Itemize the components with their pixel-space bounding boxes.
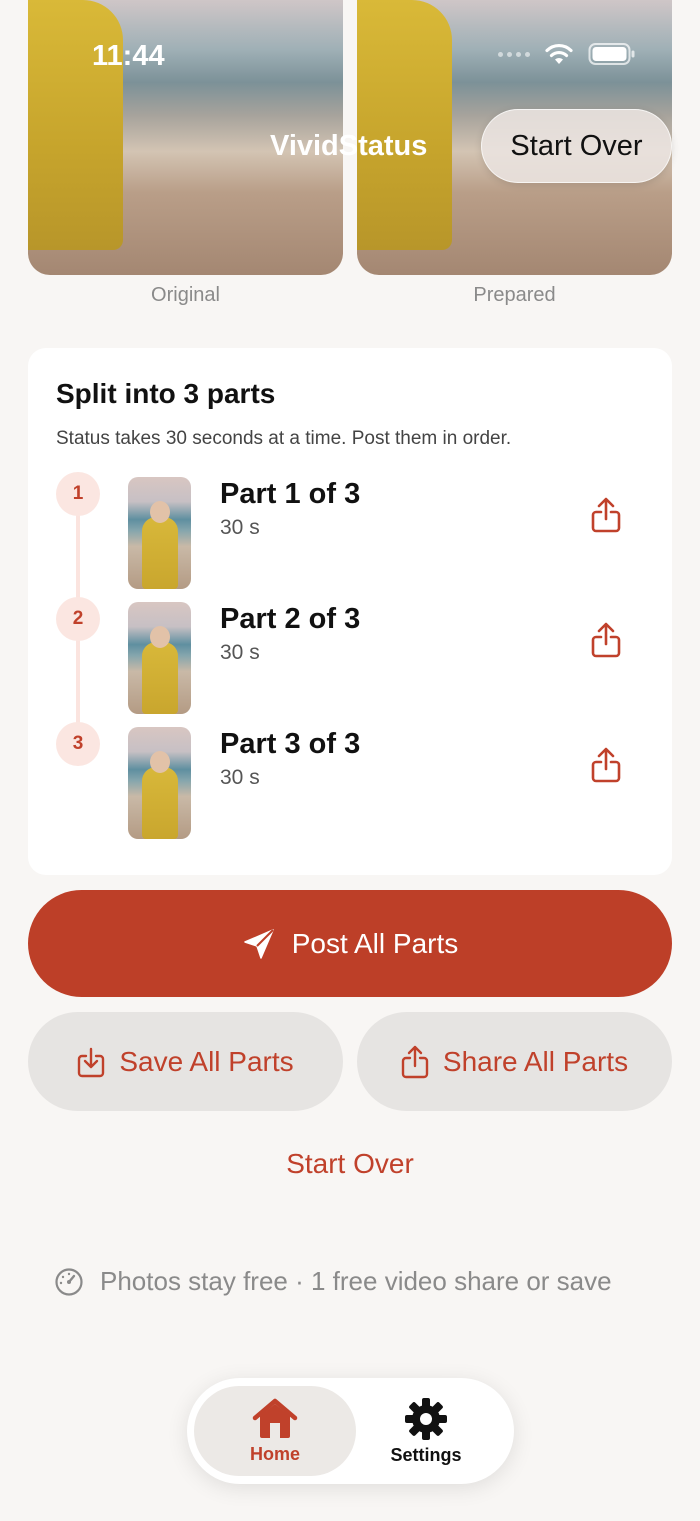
- app-title: VividStatus: [270, 130, 428, 162]
- save-all-label: Save All Parts: [119, 1045, 294, 1077]
- tab-home-label: Home: [249, 1443, 300, 1464]
- start-over-link[interactable]: Start Over: [0, 1148, 700, 1180]
- tab-bar: Home Settings: [187, 1378, 514, 1484]
- status-icons: [498, 42, 636, 66]
- original-label: Original: [151, 284, 220, 306]
- share-icon[interactable]: [590, 496, 622, 534]
- part-row-3: 3 Part 3 of 3 30 s: [28, 722, 672, 839]
- part-row-1: 1 Part 1 of 3 30 s: [28, 472, 672, 589]
- prepared-label: Prepared: [473, 284, 556, 306]
- share-icon: [401, 1045, 429, 1078]
- download-icon: [78, 1047, 105, 1077]
- share-all-label: Share All Parts: [442, 1045, 629, 1077]
- part-row-2: 2 Part 2 of 3 30 s: [28, 597, 672, 714]
- status-time: 11:44: [92, 40, 165, 72]
- part-title: Part 1 of 3: [220, 478, 361, 510]
- battery-icon: [588, 43, 635, 65]
- part-title: Part 2 of 3: [220, 603, 361, 635]
- part-title: Part 3 of 3: [220, 728, 361, 760]
- save-all-parts-button[interactable]: Save All Parts: [28, 1012, 343, 1111]
- home-icon: [252, 1398, 298, 1438]
- post-all-label: Post All Parts: [291, 927, 459, 959]
- send-icon: [243, 928, 274, 959]
- gear-icon: [405, 1397, 447, 1440]
- timer-icon: [55, 1267, 83, 1296]
- start-over-header-button[interactable]: Start Over: [481, 109, 672, 183]
- part-duration: 30 s: [220, 516, 260, 539]
- part-number-badge: 3: [56, 722, 100, 766]
- part-thumbnail[interactable]: [128, 602, 191, 714]
- part-duration: 30 s: [220, 641, 260, 664]
- wifi-icon: [545, 43, 573, 64]
- part-thumbnail[interactable]: [128, 727, 191, 839]
- post-all-parts-button[interactable]: Post All Parts: [28, 890, 672, 997]
- part-number-badge: 2: [56, 597, 100, 641]
- tab-settings[interactable]: Settings: [345, 1386, 507, 1476]
- split-parts-card: Split into 3 parts Status takes 30 secon…: [28, 348, 672, 875]
- tab-home[interactable]: Home: [194, 1386, 356, 1476]
- tab-settings-label: Settings: [390, 1444, 462, 1465]
- share-all-parts-button[interactable]: Share All Parts: [357, 1012, 672, 1111]
- part-number-badge: 1: [56, 472, 100, 516]
- free-usage-note: Photos stay free · 1 free video share or…: [54, 1266, 612, 1297]
- share-icon[interactable]: [590, 621, 622, 659]
- cellular-signal-icon: [498, 51, 530, 57]
- card-title: Split into 3 parts: [56, 378, 276, 409]
- part-duration: 30 s: [220, 766, 260, 789]
- card-subtitle: Status takes 30 seconds at a time. Post …: [56, 428, 512, 449]
- free-usage-text: Photos stay free · 1 free video share or…: [100, 1266, 612, 1296]
- part-thumbnail[interactable]: [128, 477, 191, 589]
- share-icon[interactable]: [590, 746, 622, 784]
